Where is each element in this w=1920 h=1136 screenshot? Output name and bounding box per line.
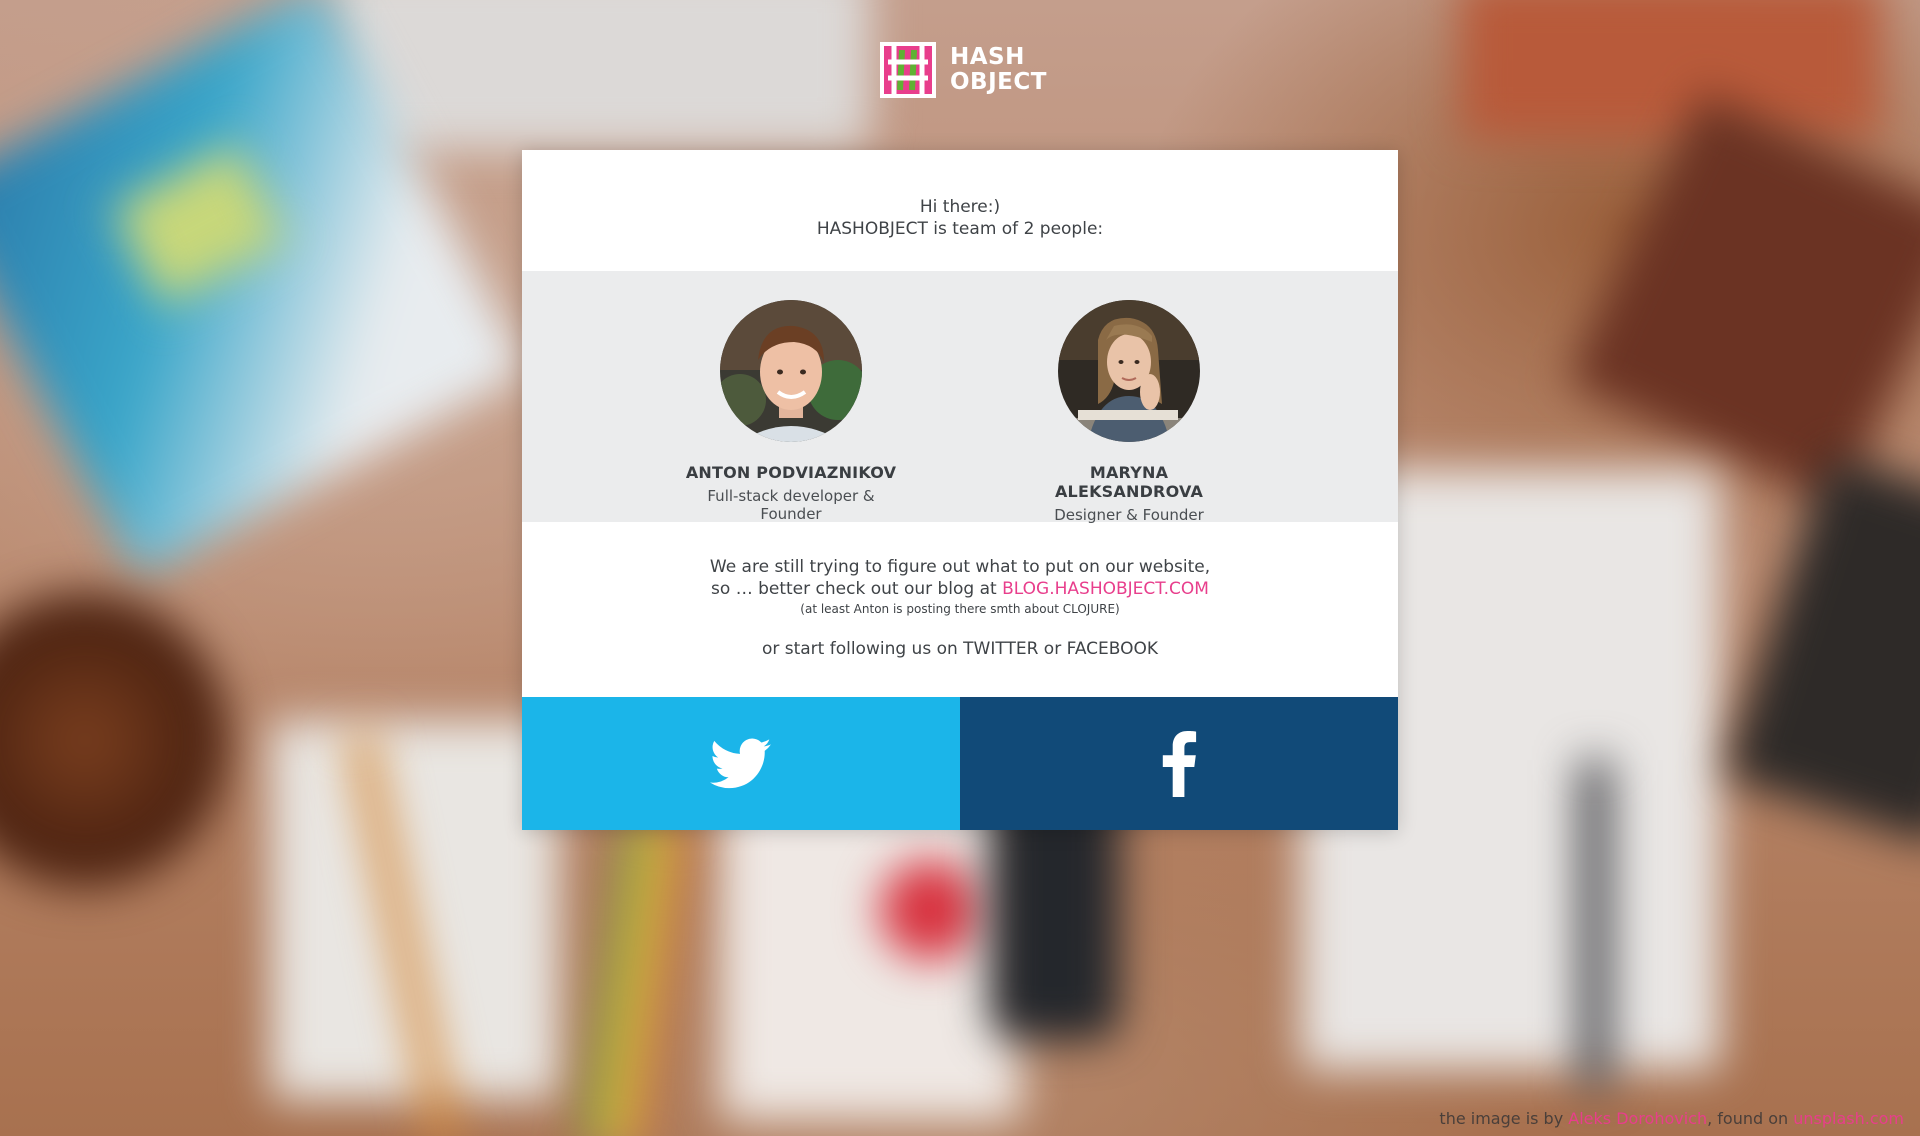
info-line-1: We are still trying to figure out what t… (709, 557, 1211, 577)
member-role: Designer & Founder (1054, 506, 1204, 524)
member-role: Full-stack developer & Founder (707, 487, 875, 523)
twitter-button[interactable] (522, 697, 960, 830)
avatar-photo-anton (720, 300, 862, 442)
hash-logo-icon (880, 42, 936, 98)
avatar-photo-maryna (1058, 300, 1200, 442)
credit-author-link[interactable]: Aleks Dorohovich (1568, 1109, 1707, 1128)
social-buttons (522, 697, 1398, 830)
follow-text: or start following us on TWITTER or FACE… (761, 639, 1159, 659)
info-line-2: so … better check out our blog at BLOG.H… (522, 578, 1398, 600)
team-section: ANTON PODVIAZNIKOV Full-stack developer … (522, 271, 1398, 524)
member-name: MARYNA ALEKSANDROVA (1054, 463, 1204, 501)
blog-link[interactable]: BLOG.HASHOBJECT.COM (1002, 579, 1209, 599)
team-member-anton: ANTON PODVIAZNIKOV Full-stack developer … (681, 300, 901, 523)
clojure-note: (at least Anton is posting there smth ab… (800, 602, 1120, 616)
greeting-text: Hi there:) (919, 197, 1001, 217)
credit-middle: , found on (1707, 1109, 1794, 1128)
intro-section: Hi there:) HASHOBJECT is team of 2 peopl… (522, 150, 1398, 271)
team-member-maryna: MARYNA ALEKSANDROVA Designer & Founder (1019, 300, 1239, 524)
facebook-button[interactable] (960, 697, 1398, 830)
main-card: Hi there:) HASHOBJECT is team of 2 peopl… (522, 150, 1398, 830)
logo-wordmark: HASH OBJECT (950, 45, 1047, 95)
facebook-icon (1162, 730, 1197, 797)
info-line-2-text: so … better check out our blog at (711, 579, 1003, 599)
logo-line-1: HASH (950, 44, 1025, 70)
avatar (1058, 300, 1200, 442)
member-name: ANTON PODVIAZNIKOV (685, 463, 897, 482)
site-logo[interactable]: HASH OBJECT (880, 42, 1047, 98)
image-credit: the image is by Aleks Dorohovich, found … (1439, 1109, 1904, 1128)
twitter-icon (710, 738, 771, 788)
info-section: We are still trying to figure out what t… (522, 522, 1398, 697)
credit-prefix: the image is by (1439, 1109, 1569, 1128)
team-size-text: HASHOBJECT is team of 2 people: (816, 219, 1104, 239)
avatar (720, 300, 862, 442)
credit-site-link[interactable]: unsplash.com (1793, 1109, 1904, 1128)
logo-line-2: OBJECT (950, 69, 1047, 95)
